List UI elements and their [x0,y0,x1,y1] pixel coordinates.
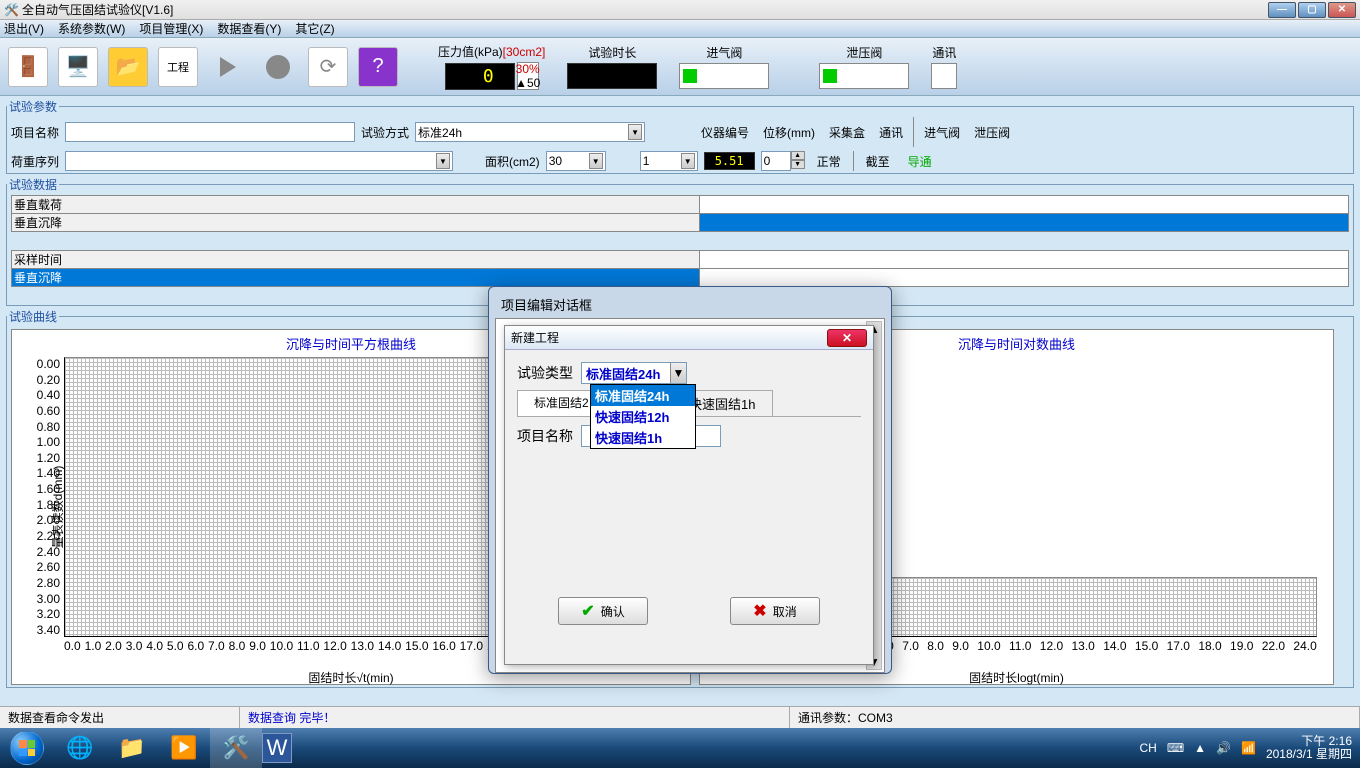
method-label: 试验方式 [361,124,409,141]
menubar: 退出(V) 系统参数(W) 项目管理(X) 数据查看(Y) 其它(Z) [0,20,1360,38]
inlet-valve-label: 进气阀 [706,44,742,61]
toolbar-btn-1[interactable]: 🚪 [8,47,48,87]
disp-value: 5.51 [704,152,755,170]
comm-stat-value: 正常 [811,153,847,170]
relief-stat-label: 泄压阀 [974,124,1010,141]
load-seq-combo[interactable]: ▼ [65,151,453,171]
option-fast-1h[interactable]: 快速固结1h [591,427,695,448]
menu-data-view[interactable]: 数据查看(Y) [217,20,281,37]
menu-project[interactable]: 项目管理(X) [139,20,203,37]
project-name-label: 项目名称 [11,124,59,141]
status-cell-2: 数据查询 完毕！ [240,707,790,728]
toolbar-btn-play[interactable] [208,47,248,87]
project-edit-dialog: 项目编辑对话框 ▲▼ 新建工程 ✕ 试验类型 标准固结24h ▼ 标准固结24h [488,286,892,674]
comm-label: 通讯 [932,44,956,61]
menu-system-params[interactable]: 系统参数(W) [58,20,125,37]
taskbar-app-icon[interactable]: 🛠️ [210,728,262,768]
data-table-1: 垂直载荷 垂直沉降 [11,195,1349,232]
app-icon: 🛠️ [4,3,18,17]
menu-other[interactable]: 其它(Z) [295,20,334,37]
ok-button[interactable]: ✔确认 [558,597,648,625]
option-std-24h[interactable]: 标准固结24h [591,385,695,406]
tray-lang[interactable]: CH [1139,741,1156,755]
new-project-dialog: 新建工程 ✕ 试验类型 标准固结24h ▼ 标准固结24h 快速固结12h 快速… [504,325,874,665]
collect-label: 采集盒 [829,124,865,141]
params-legend: 试验参数 [7,98,59,115]
area-combo[interactable]: 30▼ [546,151,606,171]
project-name-input[interactable] [65,122,355,142]
taskbar-explorer-icon[interactable]: 📁 [106,728,158,768]
project-name-dlg-label: 项目名称 [517,426,573,446]
inlet-valve-indicator [679,63,769,89]
collect-spin[interactable]: ▲▼ [761,151,805,171]
status-cell-1: 数据查看命令发出 [0,707,240,728]
chevron-down-icon[interactable]: ▼ [670,363,686,383]
toolbar-btn-open[interactable]: 📂 [108,47,148,87]
instr-no-label: 仪器编号 [701,124,749,141]
comm-indicator [931,63,957,89]
area-label: 面积(cm2) [485,153,540,170]
tray-clock[interactable]: 下午 2:16 2018/3/1 星期四 [1266,735,1352,761]
new-project-close-button[interactable]: ✕ [827,329,867,347]
row-sample-time: 采样时间 [12,251,700,269]
option-fast-12h[interactable]: 快速固结12h [591,406,695,427]
relief-valve-label: 泄压阀 [846,44,882,61]
method-combo[interactable]: 标准24h▼ [415,122,645,142]
taskbar-media-icon[interactable]: ▶️ [158,728,210,768]
load-seq-label: 荷重序列 [11,153,59,170]
toolbar-btn-project[interactable]: 工程 [158,47,198,87]
data-table-2: 采样时间 垂直沉降 [11,250,1349,287]
x-icon: ✖ [753,601,766,621]
close-button[interactable]: ✕ [1328,2,1356,18]
toolbar-btn-help[interactable]: ? [358,47,398,87]
data-legend: 试验数据 [7,176,59,193]
inlet-stat-label: 进气阀 [924,124,960,141]
titlebar: 🛠️ 全自动气压固结试验仪[V1.6] — ▢ ✕ [0,0,1360,20]
taskbar: 🌐 📁 ▶️ 🛠️ W CH ⌨ ▲ 🔊 📶 下午 2:16 2018/3/1 … [0,728,1360,768]
instr-no-combo[interactable]: 1▼ [640,151,698,171]
pressure-mini-indicator: 30%▲50 [517,62,539,90]
relief-stat-value: 导通 [902,153,938,170]
time-label: 试验时长 [588,44,636,61]
taskbar-ie-icon[interactable]: 🌐 [54,728,106,768]
check-icon: ✔ [581,601,594,621]
curves-legend: 试验曲线 [7,308,59,325]
toolbar-btn-2[interactable]: 🖥️ [58,47,98,87]
pressure-label: 压力值(kPa)[30cm2] [438,43,545,60]
test-type-dropdown: 标准固结24h 快速固结12h 快速固结1h [590,384,696,449]
cancel-button[interactable]: ✖取消 [730,597,820,625]
tray-keyboard-icon[interactable]: ⌨ [1167,741,1184,755]
tray-volume-icon[interactable]: 🔊 [1216,741,1231,755]
toolbar: 🚪 🖥️ 📂 工程 ⟳ ? 压力值(kPa)[30cm2] 0 30%▲50 试… [0,38,1360,96]
minimize-button[interactable]: — [1268,2,1296,18]
menu-exit[interactable]: 退出(V) [4,20,44,37]
inlet-stat-value: 截至 [860,153,896,170]
row-vert-settle-1: 垂直沉降 [12,214,700,232]
start-button[interactable] [0,728,54,768]
tray-network-icon[interactable]: 📶 [1241,741,1256,755]
test-type-combo[interactable]: 标准固结24h ▼ [581,362,687,384]
toolbar-btn-refresh[interactable]: ⟳ [308,47,348,87]
taskbar-word-icon[interactable]: W [262,733,292,763]
tray-up-icon[interactable]: ▲ [1194,741,1206,755]
disp-label: 位移(mm) [763,124,815,141]
project-edit-dialog-title: 项目编辑对话框 [495,293,885,318]
comm-stat-label: 通讯 [879,124,903,141]
statusbar: 数据查看命令发出 数据查询 完毕！ 通讯参数：COM3 [0,706,1360,728]
test-type-label: 试验类型 [517,363,573,383]
toolbar-btn-record[interactable] [258,47,298,87]
relief-valve-indicator [819,63,909,89]
new-project-dialog-title: 新建工程 [511,329,827,346]
maximize-button[interactable]: ▢ [1298,2,1326,18]
params-fieldset: 试验参数 项目名称 试验方式 标准24h▼ 仪器编号 位移(mm) 采集盒 通讯… [6,98,1354,174]
time-display [567,63,657,89]
row-vert-settle-2: 垂直沉降 [12,269,700,287]
status-cell-3: 通讯参数：COM3 [790,707,1360,728]
row-vert-load: 垂直载荷 [12,196,700,214]
window-title: 全自动气压固结试验仪[V1.6] [22,1,1268,18]
pressure-display: 0 [445,63,515,90]
